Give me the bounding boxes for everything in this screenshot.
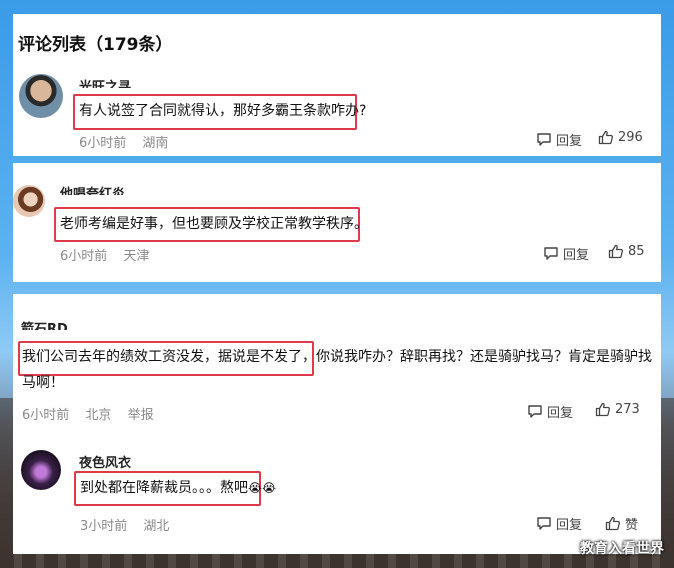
- comment-location: 天津: [123, 249, 150, 264]
- comment-text: 有人说签了合同就得认，那好多霸王条款咋办?: [79, 103, 367, 119]
- comment-card-2: 他唱夸红炎 老师考编是好事，但也要顾及学校正常教学秩序。 6小时前 天津 回复 …: [13, 163, 661, 282]
- comment-location: 湖南: [142, 136, 169, 151]
- thumbs-up-icon: [608, 244, 623, 259]
- reply-label: 回复: [547, 406, 574, 421]
- like-button[interactable]: 296: [598, 130, 643, 145]
- avatar[interactable]: [19, 74, 63, 118]
- reply-icon: [537, 133, 551, 146]
- comment-time: 6小时前: [79, 136, 127, 151]
- comment-card-3: 箭石RD 我们公司去年的绩效工资没发，据说是不发了，你说我咋办？辞职再找？还是骑…: [13, 294, 661, 554]
- like-label: 赞: [625, 518, 639, 533]
- thumbs-up-icon: [605, 516, 620, 531]
- comment-username[interactable]: 箭石RD: [21, 321, 68, 330]
- reply-icon: [528, 405, 542, 418]
- reply-reply-button[interactable]: 回复: [536, 514, 582, 533]
- thumbs-up-icon: [595, 402, 610, 417]
- comment-location: 北京: [85, 408, 112, 423]
- comment-meta: 6小时前 湖南: [79, 132, 180, 151]
- avatar[interactable]: [13, 185, 45, 217]
- comment-meta: 6小时前 北京 举报: [22, 404, 166, 423]
- reply-button[interactable]: 回复: [543, 244, 589, 263]
- reply-username[interactable]: 夜色风衣: [79, 452, 131, 471]
- reply-icon: [537, 517, 551, 530]
- reply-time: 3小时前: [80, 519, 128, 534]
- comment-username[interactable]: 光旺之寻: [79, 79, 131, 88]
- comment-username[interactable]: 他唱夸红炎: [60, 186, 125, 195]
- reply-icon: [544, 247, 558, 260]
- watermark: 教育入看世界: [580, 541, 664, 557]
- like-button[interactable]: 85: [608, 244, 645, 259]
- like-count: 296: [618, 130, 643, 145]
- reply-avatar[interactable]: [21, 450, 61, 490]
- comment-text: 老师考编是好事，但也要顾及学校正常教学秩序。: [60, 216, 368, 232]
- crying-emoji-icon: 😭😭: [248, 481, 277, 495]
- page-title: 评论列表（179条）: [18, 35, 173, 55]
- like-button[interactable]: 273: [595, 402, 640, 417]
- thumbs-up-icon: [598, 130, 613, 145]
- comment-meta: 6小时前 天津: [60, 245, 161, 264]
- reply-text-content: 到处都在降薪裁员。。。熬吧: [80, 480, 248, 496]
- reply-label: 回复: [563, 248, 590, 263]
- reply-button[interactable]: 回复: [527, 402, 573, 421]
- reply-button[interactable]: 回复: [536, 130, 582, 149]
- comment-time: 6小时前: [60, 249, 108, 264]
- comment-card-1: 评论列表（179条） 光旺之寻 有人说签了合同就得认，那好多霸王条款咋办? 6小…: [13, 14, 661, 156]
- like-count: 85: [628, 244, 645, 259]
- comment-text-highlight: 我们公司去年的绩效工资没发，据说是不发了: [22, 349, 302, 365]
- reply-label: 回复: [556, 134, 583, 149]
- like-count: 273: [615, 402, 640, 417]
- reply-text: 到处都在降薪裁员。。。熬吧😭😭: [80, 475, 276, 501]
- comment-time: 6小时前: [22, 408, 70, 423]
- report-link[interactable]: 举报: [128, 408, 154, 423]
- reply-location: 湖北: [143, 519, 170, 534]
- comment-text: 我们公司去年的绩效工资没发，据说是不发了，你说我咋办？辞职再找？还是骑驴找马？肯…: [22, 344, 652, 396]
- reply-label: 回复: [556, 518, 583, 533]
- reply-meta: 3小时前 湖北: [80, 515, 181, 534]
- reply-like-button[interactable]: 赞: [605, 514, 638, 533]
